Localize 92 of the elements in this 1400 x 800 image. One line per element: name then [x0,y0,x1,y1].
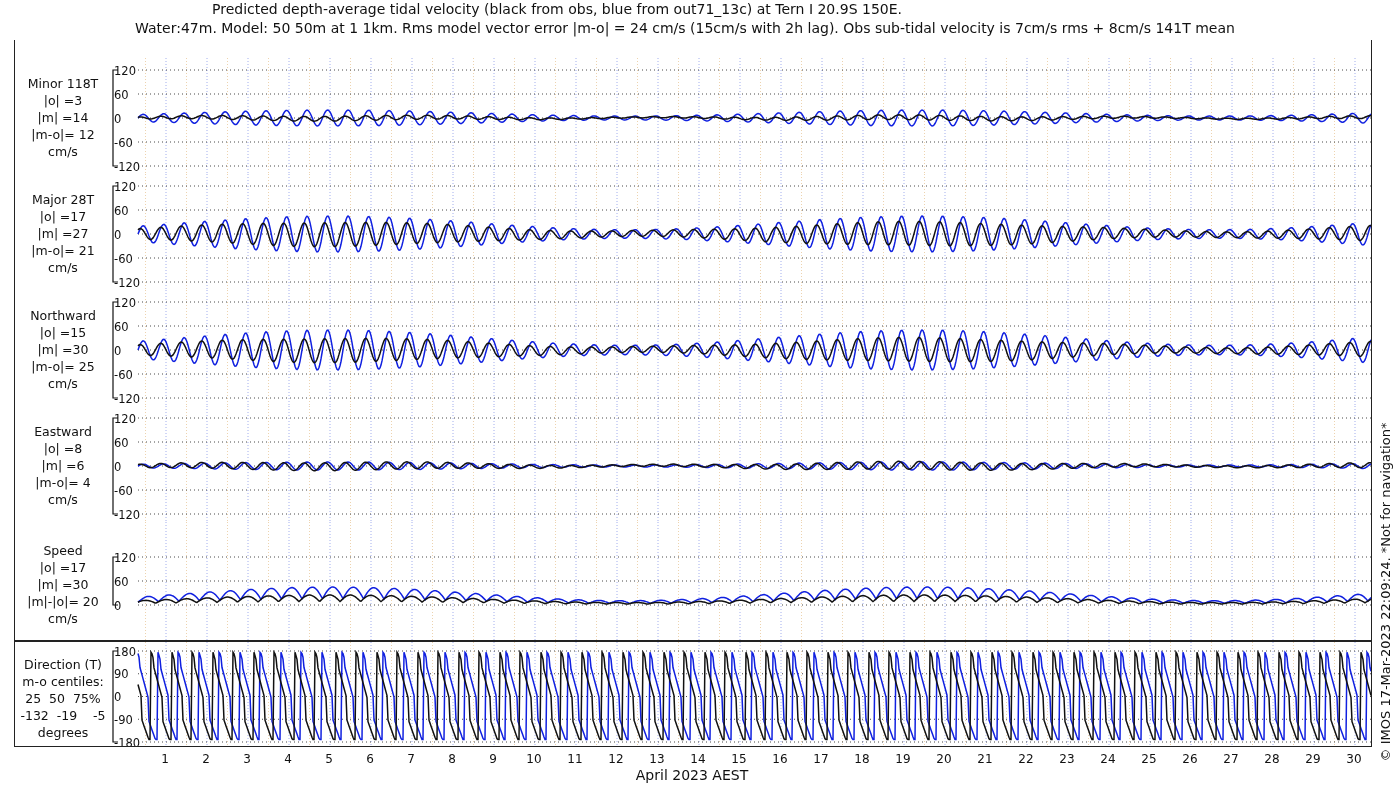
axis-tick-label: 10 [526,752,542,766]
panel-label: Eastward [34,423,92,440]
axis-tick-label: 60 [114,87,129,102]
axis-tick-label: 19 [895,752,911,766]
panel-label: 25 50 75% [25,690,101,707]
panel-label: cm/s [48,259,78,276]
axis-tick-label: 16 [772,752,788,766]
axis-tick-label: 23 [1059,752,1075,766]
axis-tick-label: -90 [114,712,133,727]
axis-tick-label: 120 [114,411,136,426]
axis-tick-label: 120 [114,550,136,565]
panel-label: degrees [37,724,89,741]
panel-label: |m| =14 [37,109,89,126]
panel-label: m-o centiles: [22,673,104,690]
panel-label: |m-o|= 21 [31,242,95,259]
panel-label: Speed [43,542,83,559]
axis-tick-label: 30 [1346,752,1362,766]
axis-tick-label: 28 [1264,752,1280,766]
panel-label: |o| =17 [39,559,87,576]
axis-tick-label: 26 [1182,752,1198,766]
panel-label: |o| =3 [43,92,83,109]
axis-tick-label: -120 [114,275,141,290]
axis-tick-label: 3 [243,752,251,766]
panel-label: cm/s [48,610,78,627]
axis-tick-label: -60 [114,135,133,150]
axis-tick-label: 6 [366,752,374,766]
axis-tick-label: -60 [114,483,133,498]
axis-tick-label: 0 [114,598,122,613]
axis-tick-label: 180 [114,644,136,659]
axis-tick-label: 18 [854,752,870,766]
axis-tick-label: 0 [114,227,122,242]
axis-tick-label: 29 [1305,752,1321,766]
axis-tick-label: 13 [649,752,665,766]
axis-tick-label: 0 [114,690,122,704]
panel-label: |o| =8 [43,440,83,457]
axis-tick-label: -60 [114,367,133,382]
axis-tick-label: 24 [1100,752,1116,766]
axis-tick-label: 27 [1223,752,1239,766]
axis-tick-label: 120 [114,179,136,194]
axis-tick-label: 14 [690,752,706,766]
axis-tick-label: 60 [114,574,129,589]
axis-tick-label: -60 [114,251,133,266]
axis-tick-label: -120 [114,507,141,522]
panel-label: |m| =27 [37,225,89,242]
panel-label: Direction (T) [24,656,102,673]
axis-tick-label: 60 [114,319,129,334]
panel-label: |m| =6 [41,457,85,474]
axis-tick-label: 9 [489,752,497,766]
panel-label: Major 28T [31,191,95,208]
panel-label: |o| =17 [39,208,87,225]
axis-tick-label: 0 [114,111,122,126]
axis-tick-label: 22 [1018,752,1034,766]
chart-title: Predicted depth-average tidal velocity (black from obs, blue from out71_13c) at Tern I 20.9S 150E. [212,0,902,19]
axis-tick-label: 11 [567,752,583,766]
axis-tick-label: 1 [161,752,169,766]
panel-label: Minor 118T [27,75,99,92]
axis-tick-label: 0 [114,459,122,474]
axis-tick-label: 120 [114,63,136,78]
axis-tick-label: -180 [114,735,141,746]
axis-tick-label: 15 [731,752,747,766]
axis-tick-label: 120 [114,295,136,310]
axis-tick-label: 17 [813,752,829,766]
credit-text: © IMOS 17-Mar-2023 22:09:24. *Not for navigation* [1377,422,1393,762]
axis-tick-label: 60 [114,203,129,218]
panel-label: |o| =15 [39,324,87,341]
chart-subtitle: Water:47m. Model: 50 50m at 1 1km. Rms model vector error |m-o| = 24 cm/s (15cm/s with 2h lag). Obs sub-tidal velocity is 7cm/s rms + 8cm/s 141T mean [135,19,1235,38]
axis-tick-label: 20 [936,752,952,766]
panel-label: Northward [30,307,96,324]
axis-tick-label: 7 [407,752,415,766]
panel-label: |m|-|o|= 20 [27,593,99,610]
panel-label: cm/s [48,143,78,160]
axis-title: April 2023 AEST [635,767,749,783]
panel-label: |m| =30 [37,341,89,358]
axis-tick-label: 90 [114,667,129,682]
axis-tick-label: 0 [114,343,122,358]
axis-tick-label: 5 [325,752,333,766]
axis-tick-label: 2 [202,752,210,766]
panel-label: cm/s [48,375,78,392]
axis-tick-label: -120 [114,159,141,174]
axis-tick-label: 25 [1141,752,1157,766]
panel-label: |m| =30 [37,576,89,593]
axis-tick-label: 21 [977,752,993,766]
axis-tick-label: -120 [114,391,141,406]
panel-label: |m-o|= 4 [35,474,91,491]
axis-tick-label: 4 [284,752,292,766]
axis-tick-label: 60 [114,435,129,450]
panel-label: |m-o|= 12 [31,126,95,143]
panel-label: |m-o|= 25 [31,358,95,375]
panel-label: cm/s [48,491,78,508]
axis-tick-label: 12 [608,752,624,766]
axis-tick-label: 8 [448,752,456,766]
panel-label: -132 -19 -5 [20,707,106,724]
